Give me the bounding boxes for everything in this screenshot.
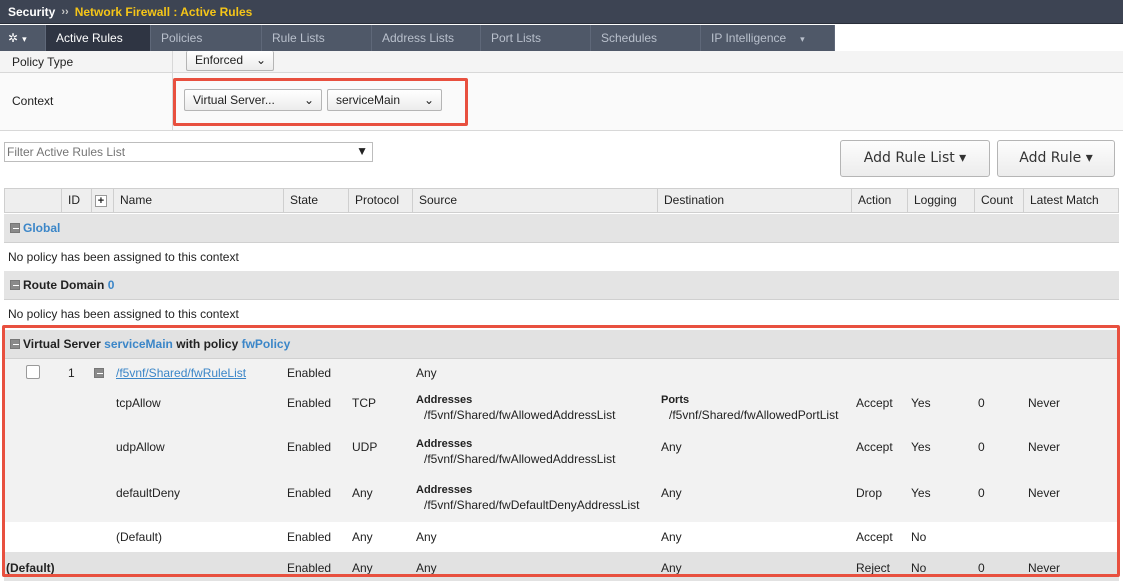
filter-input[interactable]	[5, 143, 345, 161]
column-header-state[interactable]: State	[283, 189, 348, 212]
chevron-down-icon: ▾	[22, 34, 27, 44]
column-header-count[interactable]: Count	[974, 189, 1023, 212]
tab-address-lists[interactable]: Address Lists	[372, 25, 481, 51]
breadcrumb-separator: ››	[61, 5, 69, 18]
route-domain-message: No policy has been assigned to this cont…	[4, 300, 1119, 328]
tab-ip-intelligence-label: IP Intelligence	[711, 31, 787, 45]
gear-menu[interactable]: ✲ ▾	[0, 25, 46, 51]
add-rule-button[interactable]: Add Rule ▾	[997, 140, 1115, 177]
funnel-icon[interactable]: ▼	[356, 144, 368, 158]
column-header-destination[interactable]: Destination	[657, 189, 851, 212]
global-message: No policy has been assigned to this cont…	[4, 243, 1119, 271]
expand-icon: +	[95, 195, 107, 207]
context-object-select[interactable]: serviceMain ⌄	[327, 89, 442, 111]
context-object-value: serviceMain	[336, 93, 401, 107]
route-domain-id-link[interactable]: 0	[108, 278, 115, 292]
chevron-down-icon: ⌄	[423, 93, 434, 107]
chevron-down-icon: ⌄	[255, 53, 266, 67]
table-header: ID + Name State Protocol Source Destinat…	[4, 188, 1119, 213]
column-header-action[interactable]: Action	[851, 189, 907, 212]
context-type-select[interactable]: Virtual Server... ⌄	[184, 89, 322, 111]
column-header-id[interactable]: ID	[61, 189, 91, 212]
virtual-server-highlight-box	[2, 325, 1120, 577]
column-header-logging[interactable]: Logging	[907, 189, 974, 212]
policy-type-select[interactable]: Enforced ⌄	[186, 51, 274, 71]
policy-type-value: Enforced	[195, 53, 244, 67]
context-label: Context	[12, 94, 54, 108]
filter-box: ▼	[4, 142, 373, 162]
breadcrumb-root[interactable]: Security	[8, 5, 55, 19]
collapse-icon[interactable]	[10, 223, 20, 233]
tab-port-lists[interactable]: Port Lists	[481, 25, 591, 51]
group-global[interactable]: Global	[4, 214, 1119, 243]
route-domain-prefix: Route Domain	[23, 278, 105, 292]
breadcrumb: Security ›› Network Firewall : Active Ru…	[0, 0, 1123, 24]
policy-type-label: Policy Type	[12, 55, 74, 69]
tab-ip-intelligence[interactable]: IP Intelligence ▾	[701, 25, 835, 51]
chevron-down-icon: ▾	[800, 34, 805, 44]
tab-active-rules[interactable]: Active Rules	[46, 25, 151, 51]
tab-policies[interactable]: Policies	[151, 25, 262, 51]
chevron-down-icon: ⌄	[303, 93, 314, 107]
add-rule-list-button[interactable]: Add Rule List ▾	[840, 140, 990, 177]
breadcrumb-page[interactable]: Network Firewall : Active Rules	[75, 5, 253, 19]
column-header-name[interactable]: Name	[113, 189, 283, 212]
tab-bar: ✲ ▾ Active Rules Policies Rule Lists Addr…	[0, 25, 1123, 51]
global-link[interactable]: Global	[23, 221, 60, 235]
group-route-domain[interactable]: Route Domain 0	[4, 271, 1119, 300]
gear-icon: ✲	[8, 31, 19, 45]
expand-all[interactable]: +	[91, 189, 113, 212]
context-type-value: Virtual Server...	[193, 93, 275, 107]
tab-rule-lists[interactable]: Rule Lists	[262, 25, 372, 51]
context-row: Context	[0, 73, 1123, 131]
collapse-icon[interactable]	[10, 280, 20, 290]
tab-schedules[interactable]: Schedules	[591, 25, 701, 51]
policy-type-row: Policy Type	[0, 51, 1123, 73]
column-header-latest-match[interactable]: Latest Match	[1023, 189, 1118, 212]
column-header-protocol[interactable]: Protocol	[348, 189, 412, 212]
column-header-source[interactable]: Source	[412, 189, 657, 212]
